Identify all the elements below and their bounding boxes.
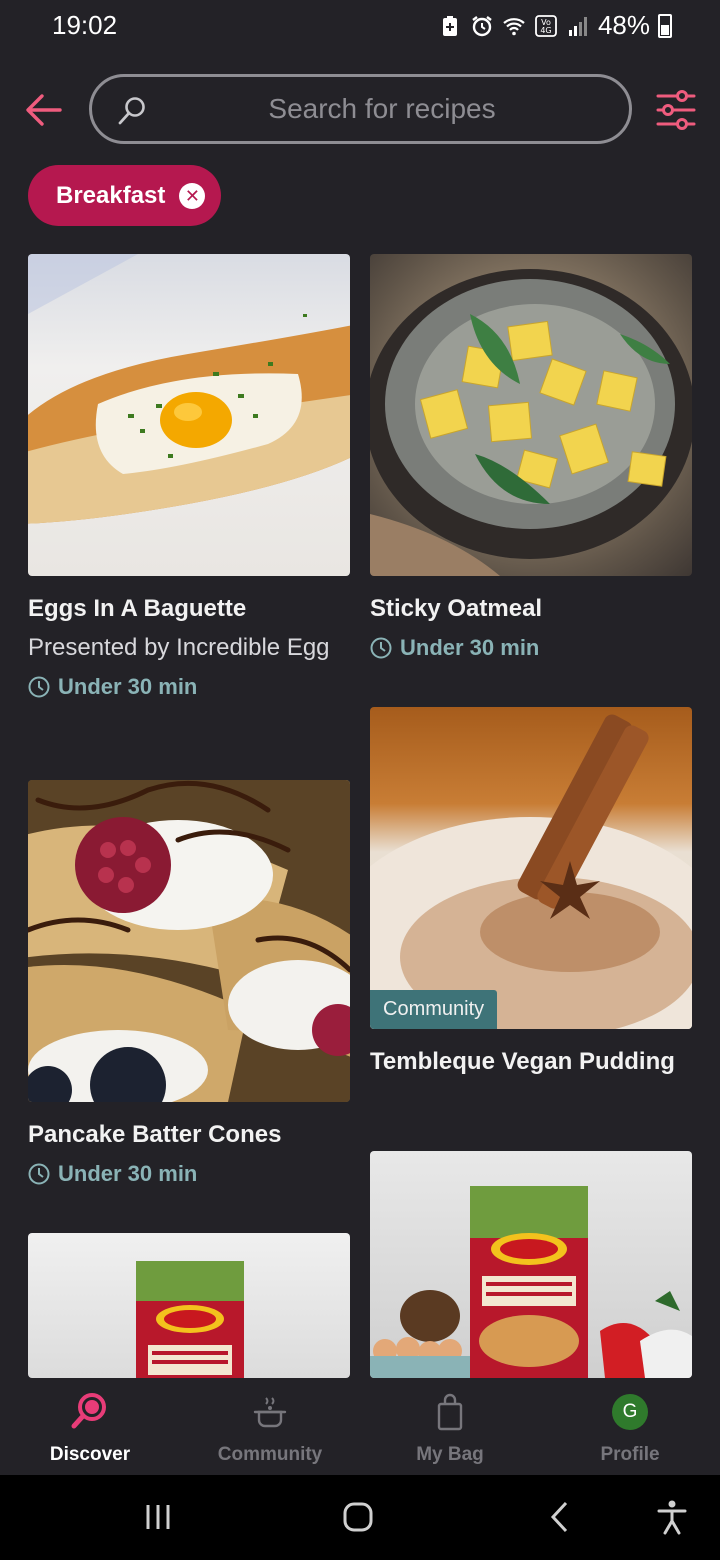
recipe-image[interactable] — [370, 254, 692, 576]
nav-community[interactable]: Community — [180, 1378, 360, 1475]
recipe-card[interactable]: Sticky Oatmeal Under 30 min — [370, 254, 692, 661]
recipe-image[interactable] — [28, 780, 350, 1102]
recipe-time: Under 30 min — [28, 1161, 350, 1187]
nav-label: My Bag — [416, 1444, 484, 1465]
recipe-card[interactable]: Eggs In A Baguette Presented by Incredib… — [28, 254, 350, 700]
recipe-time-label: Under 30 min — [400, 635, 540, 660]
battery-icon — [658, 13, 672, 38]
nav-label: Profile — [600, 1444, 660, 1465]
recipe-image[interactable] — [370, 1151, 692, 1378]
filter-chip-label: Breakfast — [56, 181, 166, 209]
clock-icon — [370, 637, 392, 659]
recipe-image[interactable] — [28, 1233, 350, 1378]
svg-text:4G: 4G — [540, 26, 551, 35]
recipe-title: Pancake Batter Cones — [28, 1121, 282, 1148]
alarm-icon — [472, 15, 492, 36]
recipe-sponsor: Presented by Incredible Egg — [28, 634, 330, 661]
recipe-card[interactable]: Pancake Batter Cones Under 30 min — [28, 780, 350, 1187]
recipe-image[interactable]: Community — [370, 707, 692, 1029]
community-badge: Community — [370, 990, 498, 1029]
wifi-icon — [503, 17, 525, 35]
recipe-card[interactable]: Community Tembleque Vegan Pudding — [370, 707, 692, 1078]
nav-profile[interactable]: G Profile — [540, 1378, 720, 1475]
nav-discover[interactable]: Discover — [0, 1378, 180, 1475]
recipe-image[interactable] — [28, 254, 350, 576]
clock-icon — [28, 1163, 50, 1185]
battery-saver-icon — [442, 15, 457, 36]
recent-apps-icon[interactable] — [138, 1497, 178, 1537]
sliders-icon[interactable] — [654, 90, 698, 130]
system-nav-bar — [0, 1475, 720, 1560]
recipe-time-label: Under 30 min — [58, 674, 198, 699]
arrow-left-icon[interactable] — [22, 88, 66, 132]
nav-label: Community — [217, 1444, 323, 1465]
nav-label: Discover — [49, 1444, 131, 1465]
recipe-title: Eggs In A Baguette — [28, 595, 247, 622]
filter-chip-breakfast[interactable]: Breakfast ✕ — [28, 165, 222, 226]
status-time: 19:02 — [52, 10, 118, 40]
clock-icon — [28, 676, 50, 698]
search-input[interactable] — [172, 89, 592, 129]
recipe-time-label: Under 30 min — [58, 1161, 198, 1186]
bottom-nav: Discover Community My Bag G Profile — [0, 1378, 720, 1475]
volte-4g-icon: Vo4G — [535, 14, 557, 37]
search-bar[interactable] — [89, 74, 632, 144]
search-icon — [118, 97, 145, 125]
signal-icon — [568, 16, 587, 36]
recipe-title: Sticky Oatmeal — [370, 595, 543, 622]
recipe-card[interactable] — [370, 1151, 692, 1378]
nav-my-bag[interactable]: My Bag — [360, 1378, 540, 1475]
recipe-title: Tembleque Vegan Pudding — [370, 1048, 675, 1075]
header — [0, 74, 720, 144]
back-nav-icon[interactable] — [540, 1497, 580, 1537]
bag-icon — [437, 1393, 463, 1431]
cooking-pot-icon — [253, 1397, 287, 1428]
recipe-card[interactable] — [28, 1233, 350, 1378]
battery-percent: 48% — [597, 10, 650, 40]
avatar: G — [612, 1394, 648, 1430]
home-icon[interactable] — [338, 1497, 378, 1537]
accessibility-icon[interactable] — [652, 1497, 692, 1537]
discover-icon — [71, 1393, 106, 1429]
close-icon[interactable]: ✕ — [179, 182, 206, 209]
recipe-time: Under 30 min — [28, 674, 350, 700]
status-bar: 19:02 Vo 4G 48% — [0, 0, 720, 52]
recipe-time: Under 30 min — [370, 635, 692, 661]
